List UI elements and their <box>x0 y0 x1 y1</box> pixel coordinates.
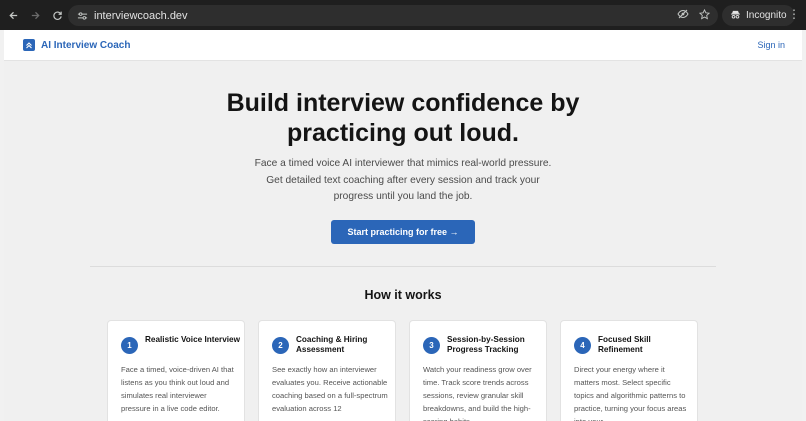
incognito-icon <box>730 10 741 22</box>
reload-icon[interactable] <box>46 4 68 26</box>
sign-in-link[interactable]: Sign in <box>757 40 785 50</box>
step-number-badge: 1 <box>121 337 138 354</box>
incognito-label: Incognito <box>746 10 787 21</box>
section-divider <box>90 266 716 267</box>
hero-title-line-1: Build interview confidence by <box>226 89 580 117</box>
address-bar[interactable]: interviewcoach.dev <box>68 5 718 26</box>
start-practicing-button[interactable]: Start practicing for free → <box>331 220 475 244</box>
step-description: Direct your energy where it matters most… <box>574 365 687 421</box>
hero-subtitle: Face a timed voice AI interviewer that m… <box>254 158 552 202</box>
step-title: Coaching & Hiring Assessment <box>296 335 368 354</box>
step-card-4: 4 Focused Skill Refinement Direct your e… <box>560 320 698 421</box>
hero-title: Build interview confidence by practicing… <box>4 88 802 148</box>
step-description: Face a timed, voice-driven AI that liste… <box>121 365 234 413</box>
hero-title-line-2: practicing out loud. <box>287 119 519 147</box>
url-text[interactable]: interviewcoach.dev <box>94 10 188 22</box>
step-title: Focused Skill Refinement <box>598 335 651 354</box>
step-card-3: 3 Session-by-Session Progress Tracking W… <box>409 320 547 421</box>
site-header: AI Interview Coach Sign in <box>4 30 802 61</box>
browser-toolbar: interviewcoach.dev Incognito ⋮ <box>0 0 806 30</box>
incognito-chip[interactable]: Incognito <box>722 5 795 26</box>
eye-off-icon[interactable] <box>677 9 689 22</box>
star-icon[interactable] <box>698 8 711 23</box>
step-description: See exactly how an interviewer evaluates… <box>272 365 388 413</box>
brand-name: AI Interview Coach <box>41 39 131 51</box>
step-card-1: 1 Realistic Voice Interview Face a timed… <box>107 320 245 421</box>
brand-logo[interactable]: AI Interview Coach <box>23 39 130 51</box>
how-it-works-title: How it works <box>364 288 442 302</box>
step-card-2: 2 Coaching & Hiring Assessment See exact… <box>258 320 396 421</box>
site-settings-icon[interactable] <box>73 11 91 21</box>
step-number-badge: 3 <box>423 337 440 354</box>
step-description: Watch your readiness grow over time. Tra… <box>423 365 532 421</box>
forward-arrow-icon[interactable] <box>24 4 46 26</box>
step-title: Session-by-Session Progress Tracking <box>447 335 525 354</box>
step-title: Realistic Voice Interview <box>145 335 240 344</box>
kebab-menu-icon[interactable]: ⋮ <box>788 7 800 21</box>
step-number-badge: 2 <box>272 337 289 354</box>
back-arrow-icon[interactable] <box>2 4 24 26</box>
step-number-badge: 4 <box>574 337 591 354</box>
chevron-up-icon <box>23 39 35 51</box>
main-content: Build interview confidence by practicing… <box>4 61 802 421</box>
